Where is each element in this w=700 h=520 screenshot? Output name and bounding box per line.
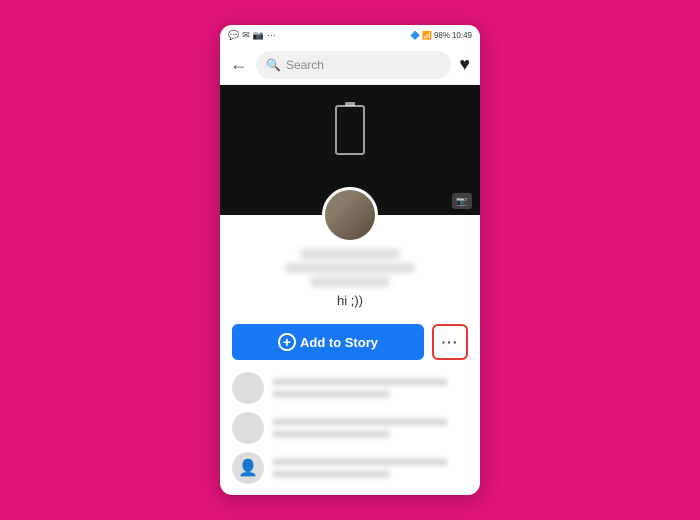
blurred-username-line xyxy=(285,263,415,273)
blurred-info-line xyxy=(310,277,390,287)
list-item xyxy=(232,412,468,444)
status-bar: 💬 ✉ 📷 ··· 🔷 📶 98% 10:49 xyxy=(220,25,480,45)
plus-icon: + xyxy=(278,333,296,351)
feed-line xyxy=(272,418,448,426)
feed-text-lines xyxy=(272,418,468,438)
status-right-icons: 🔷 📶 98% 10:49 xyxy=(410,31,472,40)
list-item xyxy=(232,372,468,404)
profile-avatar[interactable] xyxy=(322,187,378,243)
search-box[interactable]: 🔍 Search xyxy=(256,51,451,79)
battery-outline-graphic xyxy=(335,105,365,155)
add-to-story-button[interactable]: + Add to Story xyxy=(232,324,424,360)
avatar xyxy=(232,372,264,404)
profile-photo xyxy=(325,190,375,240)
feed-text-lines xyxy=(272,378,468,398)
more-options-button[interactable]: ··· xyxy=(432,324,468,360)
bluetooth-icon: 🔷 xyxy=(410,31,420,40)
feed-line xyxy=(272,430,390,438)
back-button[interactable]: ← xyxy=(230,54,248,75)
feed-area: 👤 xyxy=(220,368,480,495)
battery-top xyxy=(345,102,355,106)
battery-icon: 98% xyxy=(434,31,450,40)
action-row: + Add to Story ··· xyxy=(220,316,480,368)
blurred-name-line xyxy=(300,249,400,259)
list-item: 👤 xyxy=(232,452,468,484)
status-left-icons: 💬 ✉ 📷 ··· xyxy=(228,30,276,41)
feed-text-lines xyxy=(272,458,468,478)
time-display: 10:49 xyxy=(452,31,472,40)
signal-icon: 📶 xyxy=(422,31,432,40)
more-status-icon: ··· xyxy=(267,30,276,40)
profile-info: hi ;)) xyxy=(220,249,480,316)
chat-icon: 💬 xyxy=(228,30,239,41)
heart-icon[interactable]: ♥ xyxy=(459,54,470,75)
hero-area: 📷 xyxy=(220,85,480,215)
search-icon: 🔍 xyxy=(266,58,281,72)
nav-bar: ← 🔍 Search ♥ xyxy=(220,45,480,85)
feed-line xyxy=(272,378,448,386)
camera-icon: 📷 xyxy=(253,30,264,41)
feed-line xyxy=(272,390,390,398)
mail-icon: ✉ xyxy=(242,30,250,41)
camera-overlay-icon[interactable]: 📷 xyxy=(452,193,472,209)
bio-text: hi ;)) xyxy=(337,293,363,308)
person-icon: 👤 xyxy=(232,452,264,484)
phone-frame: 💬 ✉ 📷 ··· 🔷 📶 98% 10:49 ← 🔍 Search ♥ 📷 xyxy=(220,25,480,495)
add-to-story-label: Add to Story xyxy=(300,335,378,350)
feed-line xyxy=(272,458,448,466)
search-placeholder: Search xyxy=(286,58,324,72)
avatar xyxy=(232,412,264,444)
feed-line xyxy=(272,470,390,478)
